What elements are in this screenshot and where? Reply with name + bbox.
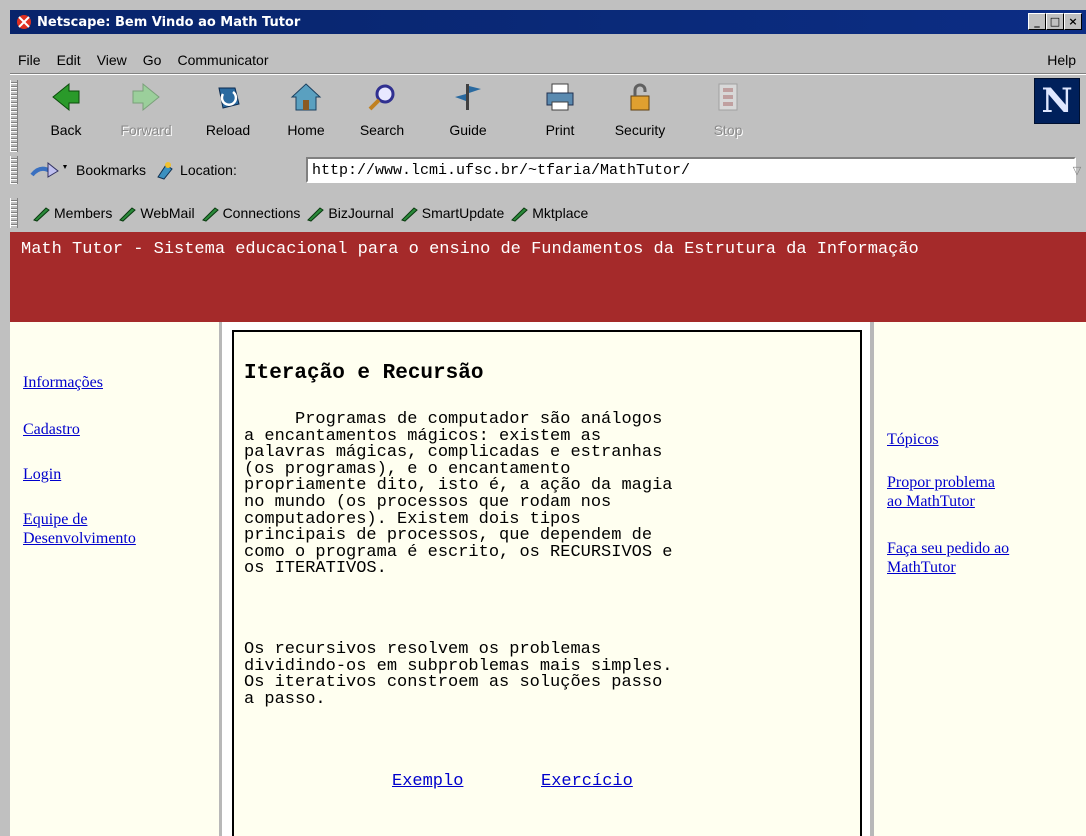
bookmark-bizjournal[interactable]: BizJournal <box>306 204 394 222</box>
forward-button[interactable]: Forward <box>114 78 178 148</box>
menu-help[interactable]: Help <box>1047 52 1076 68</box>
menu-bar: File Edit View Go Communicator Help <box>10 48 1086 72</box>
search-icon <box>368 84 395 111</box>
url-input[interactable]: http://www.lcmi.ufsc.br/~tfaria/MathTuto… <box>306 157 1076 183</box>
guide-icon <box>455 84 481 110</box>
nav-cadastro-link[interactable]: Cadastro <box>23 420 80 439</box>
location-grip[interactable] <box>10 156 18 184</box>
print-button[interactable]: Print <box>528 78 592 148</box>
toolbar-grip[interactable] <box>10 80 18 152</box>
security-button[interactable]: Security <box>608 78 672 148</box>
title-bar[interactable]: Netscape: Bem Vindo ao Math Tutor _ □ × <box>10 10 1086 34</box>
nav-propor-link-line2[interactable]: ao MathTutor <box>887 492 975 511</box>
back-button[interactable]: Back <box>34 78 98 148</box>
exercise-link[interactable]: Exercício <box>541 772 633 791</box>
menu-communicator[interactable]: Communicator <box>169 52 276 68</box>
netscape-app-icon <box>17 15 31 29</box>
window-title: Netscape: Bem Vindo ao Math Tutor <box>37 14 301 30</box>
nav-login-link[interactable]: Login <box>23 465 61 484</box>
lesson-panel: Iteração e Recursão Programas de computa… <box>232 330 862 836</box>
location-bar: Bookmarks Location: http://www.lcmi.ufsc… <box>10 154 1086 186</box>
left-navigation: Informações Cadastro Login Equipe de Des… <box>10 322 222 836</box>
search-button[interactable]: Search <box>350 78 414 148</box>
menu-separator <box>10 73 1086 75</box>
reload-icon <box>218 87 240 109</box>
nav-equipe-link[interactable]: Equipe de <box>23 510 87 529</box>
url-dropdown-icon[interactable]: ▽ <box>1068 157 1086 183</box>
bookmark-mktplace[interactable]: Mktplace <box>510 204 588 222</box>
right-navigation: Tópicos Propor problema ao MathTutor Faç… <box>870 322 1086 836</box>
menu-file[interactable]: File <box>10 52 49 68</box>
bookmark-link-icon <box>511 207 529 222</box>
nav-topicos-link[interactable]: Tópicos <box>887 430 939 449</box>
bookmark-members[interactable]: Members <box>32 204 112 222</box>
nav-desenvolvimento-link[interactable]: Desenvolvimento <box>23 529 136 548</box>
bookmark-webmail[interactable]: WebMail <box>118 204 195 222</box>
stop-icon <box>718 83 738 111</box>
bookmark-link-icon <box>307 207 325 222</box>
browser-window: Netscape: Bem Vindo ao Math Tutor _ □ × … <box>0 0 1086 836</box>
menu-go[interactable]: Go <box>135 52 170 68</box>
security-icon <box>630 83 650 111</box>
forward-icon <box>132 82 160 112</box>
bookmark-connections[interactable]: Connections <box>201 204 300 222</box>
page-title: Iteração e Recursão <box>244 362 484 385</box>
nav-propor-link-line1[interactable]: Propor problema <box>887 473 995 492</box>
location-label: Location: <box>180 162 237 178</box>
example-link[interactable]: Exemplo <box>392 772 463 791</box>
bookmark-link-icon <box>400 207 418 222</box>
netscape-logo[interactable]: N <box>1034 78 1080 124</box>
location-icon <box>157 162 173 180</box>
personal-toolbar-grip[interactable] <box>10 198 18 228</box>
bookmark-link-icon <box>33 207 50 222</box>
bookmarks-icon[interactable] <box>30 159 72 181</box>
bookmark-smartupdate[interactable]: SmartUpdate <box>400 204 504 222</box>
maximize-button[interactable]: □ <box>1046 13 1064 30</box>
page-content: Math Tutor - Sistema educacional para o … <box>10 232 1086 836</box>
home-button[interactable]: Home <box>274 78 338 148</box>
reload-button[interactable]: Reload <box>196 78 260 148</box>
menu-edit[interactable]: Edit <box>49 52 89 68</box>
print-icon <box>546 83 574 111</box>
back-icon <box>52 82 80 112</box>
minimize-button[interactable]: _ <box>1028 13 1046 30</box>
home-icon <box>290 83 322 111</box>
page-banner: Math Tutor - Sistema educacional para o … <box>10 232 1086 322</box>
bookmark-link-icon <box>119 207 137 222</box>
stop-button[interactable]: Stop <box>696 78 760 148</box>
lesson-paragraph-1: Programas de computador são análogos a e… <box>244 410 673 579</box>
close-button[interactable]: × <box>1064 13 1082 30</box>
personal-toolbar: Members WebMail Connections BizJournal S… <box>10 196 1086 230</box>
nav-informacoes-link[interactable]: Informações <box>23 373 103 392</box>
bookmarks-label[interactable]: Bookmarks <box>76 162 146 178</box>
nav-pedido-link-line1[interactable]: Faça seu pedido ao <box>887 539 1009 558</box>
guide-button[interactable]: Guide <box>436 78 500 148</box>
lesson-paragraph-2: Os recursivos resolvem os problemas divi… <box>244 640 673 709</box>
bookmark-link-icon <box>201 207 219 222</box>
banner-title: Math Tutor - Sistema educacional para o … <box>21 240 919 259</box>
navigation-toolbar: Back Forward Reload Home Search Guide Pr… <box>10 76 1086 154</box>
nav-pedido-link-line2[interactable]: MathTutor <box>887 558 956 577</box>
menu-view[interactable]: View <box>89 52 135 68</box>
